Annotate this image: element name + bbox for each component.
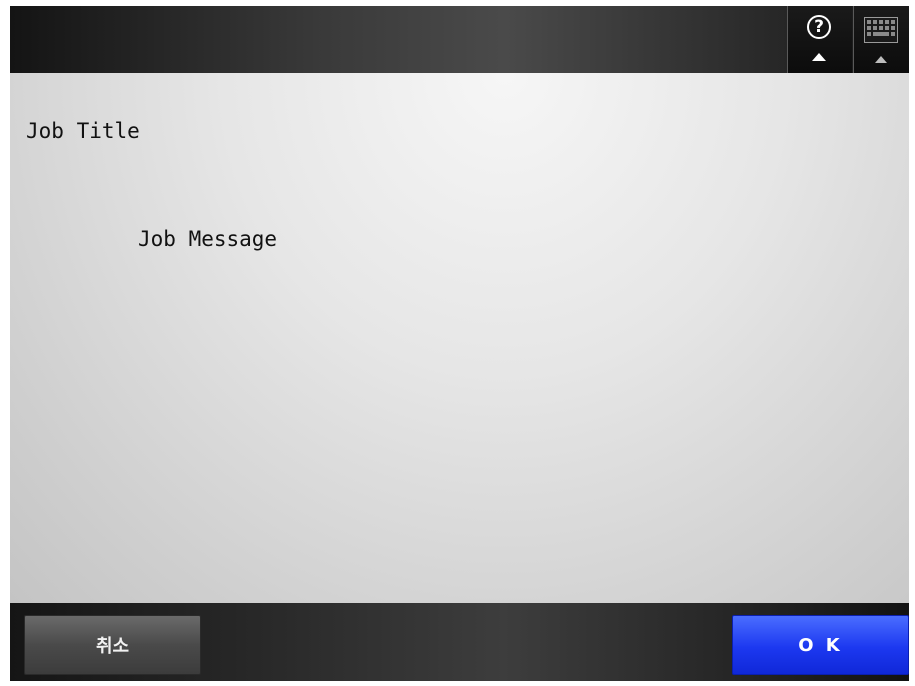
bottom-bar: 취소 O K (10, 603, 909, 681)
keyboard-icon (864, 17, 898, 43)
keyboard-button[interactable] (853, 6, 909, 73)
top-bar: ? (10, 6, 909, 73)
job-title: Job Title (26, 119, 140, 143)
message-panel: Job Title Job Message (10, 73, 909, 603)
expand-up-icon (812, 53, 826, 61)
ok-button[interactable]: O K (732, 615, 909, 675)
expand-up-icon (875, 56, 887, 63)
help-question-icon: ? (807, 15, 831, 39)
screen-frame: ? Job Title Job Message 취소 O K (10, 6, 909, 681)
help-button[interactable]: ? (787, 6, 852, 73)
job-message: Job Message (138, 227, 278, 251)
cancel-button[interactable]: 취소 (24, 615, 201, 675)
